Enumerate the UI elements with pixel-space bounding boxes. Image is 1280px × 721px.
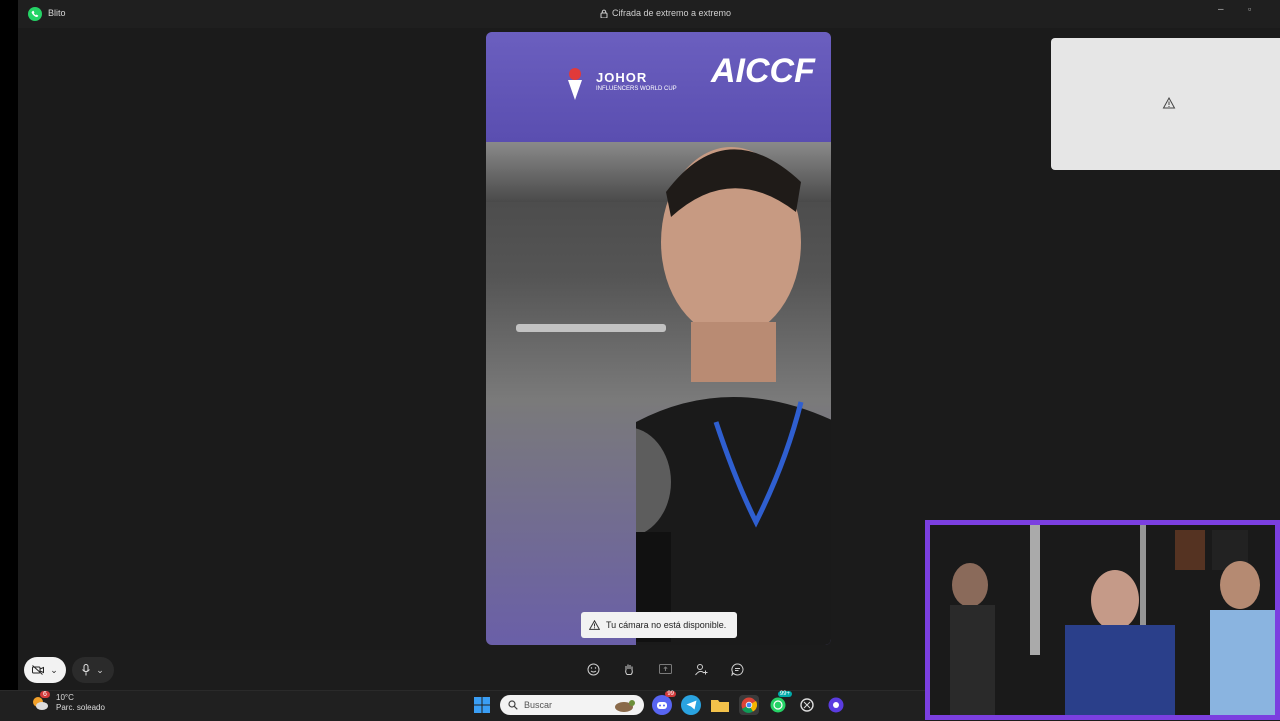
- discord-icon: [657, 701, 667, 709]
- streamer-webcam-overlay: [925, 520, 1280, 720]
- whatsapp-icon: [770, 697, 786, 713]
- reaction-button[interactable]: [584, 660, 602, 678]
- title-bar: Blito Cifrada de extremo a extremo – ▫: [18, 0, 1280, 28]
- chat-button[interactable]: [728, 660, 746, 678]
- media-controls: ⌄ ⌄: [24, 657, 114, 683]
- telegram-icon: [686, 700, 696, 710]
- trophy-logo: [568, 68, 582, 100]
- remote-video-feed: JOHOR INFLUENCERS WORLD CUP AICCF: [486, 32, 831, 645]
- taskbar-search[interactable]: Buscar: [500, 695, 644, 715]
- weather-temperature: 10°C: [56, 693, 74, 702]
- encryption-indicator: Cifrada de extremo a extremo: [600, 8, 731, 18]
- chevron-down-icon[interactable]: ⌄: [50, 665, 58, 676]
- file-explorer-app[interactable]: [710, 695, 730, 715]
- discord-app[interactable]: 99: [652, 691, 676, 715]
- restore-button[interactable]: ▫: [1248, 4, 1251, 14]
- streamer-webcam-scene: [930, 525, 1275, 715]
- share-screen-icon: [658, 663, 672, 674]
- microphone-toggle-button[interactable]: ⌄: [72, 657, 114, 683]
- camera-toggle-button[interactable]: ⌄: [24, 657, 66, 683]
- folder-icon: [711, 700, 729, 712]
- search-icon: [508, 700, 518, 710]
- whatsapp-badge: 99+: [777, 691, 792, 697]
- whatsapp-icon: [28, 7, 42, 21]
- chat-bubble-icon: [730, 662, 743, 676]
- microphone-icon: [82, 664, 91, 676]
- whatsapp-app[interactable]: 99+: [768, 691, 792, 715]
- event-subtitle: INFLUENCERS WORLD CUP: [596, 86, 677, 92]
- chevron-down-icon[interactable]: ⌄: [96, 665, 104, 676]
- telegram-app[interactable]: [681, 695, 701, 715]
- chrome-app[interactable]: [739, 695, 759, 715]
- openai-app[interactable]: [797, 695, 817, 715]
- warning-icon: [1162, 96, 1176, 109]
- weather-alert-badge: 6: [40, 691, 50, 698]
- camera-unavailable-toast: Tu cámara no está disponible.: [581, 612, 737, 638]
- sponsor-logo-text: AICCF: [711, 52, 815, 90]
- raise-hand-button[interactable]: [620, 660, 638, 678]
- hand-icon: [625, 664, 633, 675]
- app-name: Blito: [48, 8, 66, 18]
- partly-sunny-icon: 6: [30, 691, 50, 713]
- search-highlight-icon: [615, 700, 635, 712]
- discord-badge: 99: [665, 691, 676, 697]
- minimize-button[interactable]: –: [1218, 4, 1224, 15]
- windows-taskbar: 6 10°C Parc. soleado Buscar 99 99+: [0, 690, 925, 721]
- screen-share-button[interactable]: [656, 660, 674, 678]
- lock-icon: [600, 9, 608, 18]
- camera-off-icon: [32, 665, 45, 675]
- chrome-icon: [741, 697, 757, 713]
- weather-description: Parc. soleado: [56, 703, 105, 712]
- event-name: JOHOR: [596, 70, 648, 85]
- streaming-icon: [828, 697, 844, 713]
- camera-warning-text: Tu cámara no está disponible.: [606, 620, 727, 630]
- call-actions: [584, 660, 746, 678]
- add-participant-button[interactable]: [692, 660, 710, 678]
- left-edge-strip: [0, 0, 18, 720]
- reporter-figure: [636, 147, 831, 645]
- self-video-thumbnail[interactable]: [1051, 38, 1280, 170]
- add-person-icon: [694, 663, 707, 675]
- streaming-app[interactable]: [826, 695, 846, 715]
- windows-start-icon[interactable]: [474, 697, 490, 713]
- weather-widget[interactable]: 6 10°C Parc. soleado: [30, 691, 105, 713]
- search-placeholder: Buscar: [524, 700, 553, 710]
- warning-icon: [589, 620, 600, 630]
- openai-icon: [800, 698, 814, 712]
- taskbar-pinned-apps: 99 99+: [652, 691, 846, 715]
- encryption-label: Cifrada de extremo a extremo: [612, 8, 732, 18]
- emoji-icon: [587, 663, 599, 675]
